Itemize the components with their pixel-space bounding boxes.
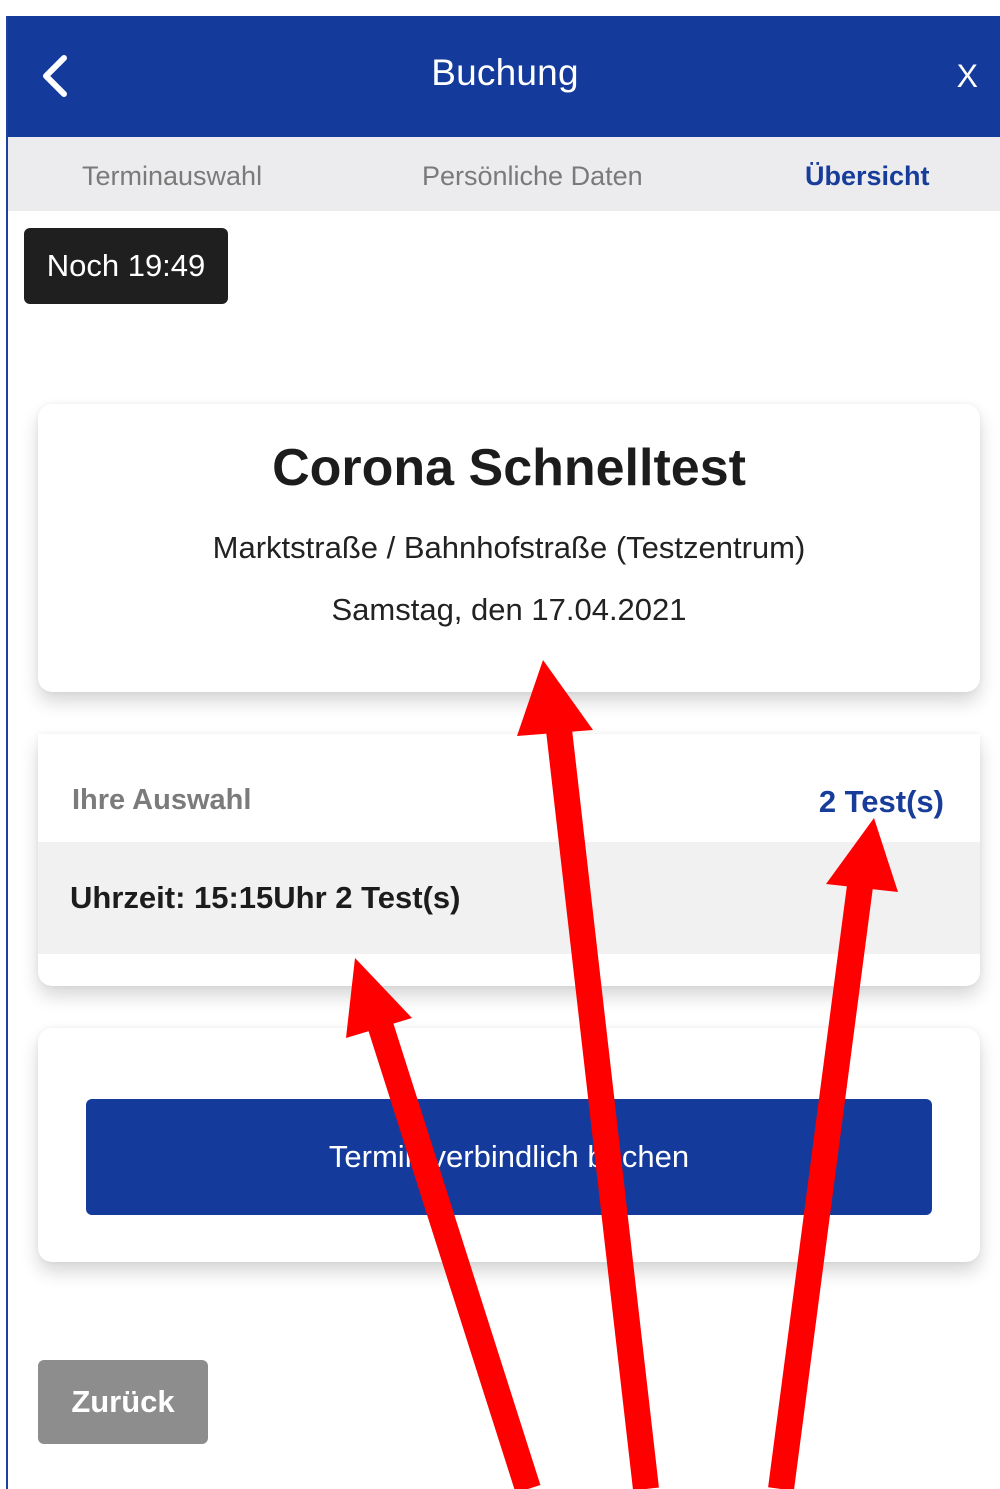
book-appointment-button[interactable]: Termin verbindlich buchen — [86, 1099, 932, 1215]
test-date: Samstag, den 17.04.2021 — [331, 592, 687, 627]
step-terminauswahl[interactable]: Terminauswahl — [82, 161, 262, 192]
step-tabs: Terminauswahl Persönliche Daten Übersich… — [8, 137, 1000, 211]
booking-action-card: Termin verbindlich buchen — [38, 1028, 980, 1262]
booking-screen: Buchung X Terminauswahl Persönliche Date… — [6, 16, 1000, 1489]
selection-card: Ihre Auswahl 2 Test(s) Uhrzeit: 15:15Uhr… — [38, 734, 980, 986]
selection-row-text: Uhrzeit: 15:15Uhr 2 Test(s) — [70, 880, 461, 915]
countdown-timer: Noch 19:49 — [24, 228, 228, 304]
step-persoenliche-daten[interactable]: Persönliche Daten — [422, 161, 643, 192]
selection-count: 2 Test(s) — [818, 784, 944, 819]
step-uebersicht[interactable]: Übersicht — [805, 161, 930, 192]
page-title: Buchung — [431, 52, 579, 93]
appointment-info-card: Corona Schnelltest Marktstraße / Bahnhof… — [38, 404, 980, 692]
test-title: Corona Schnelltest — [272, 439, 746, 497]
selection-label: Ihre Auswahl — [72, 784, 252, 816]
selection-row: Uhrzeit: 15:15Uhr 2 Test(s) — [38, 842, 980, 954]
close-button[interactable]: X — [957, 58, 978, 95]
test-location: Marktstraße / Bahnhofstraße (Testzentrum… — [212, 530, 806, 565]
header-bar: Buchung X — [8, 16, 1000, 137]
zurueck-button[interactable]: Zurück — [38, 1360, 208, 1444]
